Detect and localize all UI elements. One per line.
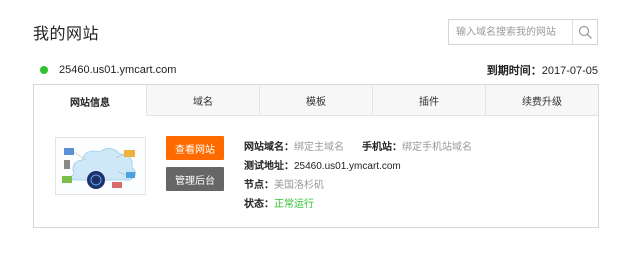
test-label: 测试地址： xyxy=(244,161,294,172)
mobile-value[interactable]: 绑定手机站域名 xyxy=(402,142,472,153)
search-box xyxy=(448,19,598,45)
search-icon xyxy=(578,25,592,39)
search-button[interactable] xyxy=(572,20,597,44)
site-info: 网站域名：绑定主域名 手机站：绑定手机站域名 测试地址：25460.us01.ym… xyxy=(244,138,472,214)
info-row-domain: 网站域名：绑定主域名 手机站：绑定手机站域名 xyxy=(244,138,472,157)
status-label: 状态： xyxy=(244,199,274,210)
site-panel: 网站信息 域名 模板 插件 续费升级 查看网站 管理后台 网站域名：绑定主域名 手… xyxy=(33,84,599,228)
domain-label: 网站域名： xyxy=(244,142,294,153)
info-row-status: 状态：正常运行 xyxy=(244,195,472,214)
tab-site-info[interactable]: 网站信息 xyxy=(34,85,146,117)
tab-template[interactable]: 模板 xyxy=(259,85,372,115)
status-dot xyxy=(40,66,48,74)
test-value[interactable]: 25460.us01.ymcart.com xyxy=(294,161,401,172)
node-value: 美国洛杉矶 xyxy=(274,180,324,191)
tab-domain[interactable]: 域名 xyxy=(146,85,259,115)
domain-value[interactable]: 绑定主域名 xyxy=(294,142,344,153)
page-title: 我的网站 xyxy=(33,26,100,43)
info-row-node: 节点：美国洛杉矶 xyxy=(244,176,472,195)
tab-renew[interactable]: 续费升级 xyxy=(485,85,598,115)
search-input[interactable] xyxy=(449,20,572,44)
info-row-test: 测试地址：25460.us01.ymcart.com xyxy=(244,157,472,176)
node-label: 节点： xyxy=(244,180,274,191)
expire-info: 到期时间：2017-07-05 xyxy=(487,62,598,78)
view-site-button[interactable]: 查看网站 xyxy=(166,136,224,160)
site-domain: 25460.us01.ymcart.com xyxy=(59,64,177,76)
tab-bar: 网站信息 域名 模板 插件 续费升级 xyxy=(34,85,598,117)
expire-label: 到期时间： xyxy=(486,65,542,77)
expire-date: 2017-07-05 xyxy=(541,65,598,77)
site-row: 25460.us01.ymcart.com 到期时间：2017-07-05 xyxy=(36,60,598,80)
admin-button[interactable]: 管理后台 xyxy=(166,167,224,191)
status-value: 正常运行 xyxy=(274,199,314,210)
mobile-label: 手机站： xyxy=(362,142,402,153)
tab-plugin[interactable]: 插件 xyxy=(372,85,485,115)
site-thumbnail xyxy=(55,137,146,195)
